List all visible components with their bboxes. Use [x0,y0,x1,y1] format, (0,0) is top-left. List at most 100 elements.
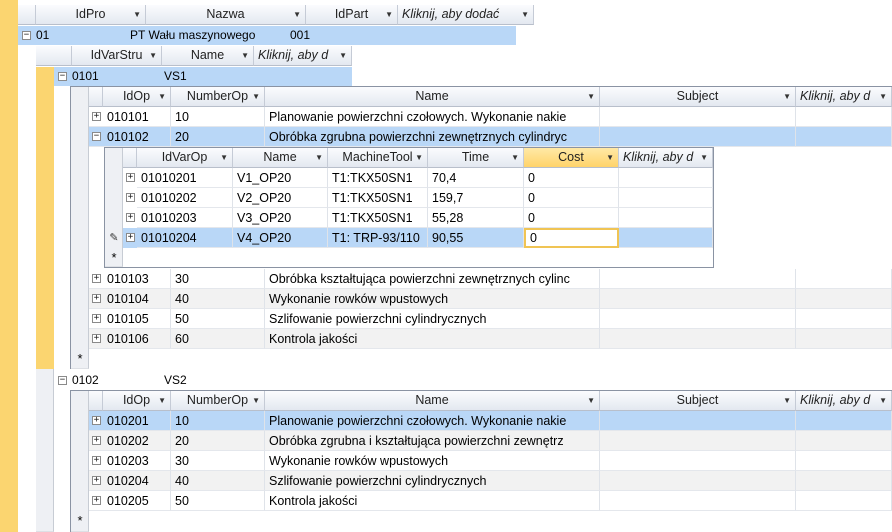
cell-name[interactable]: Obróbka zgrubna i kształtująca powierzch… [265,431,600,451]
expand-icon[interactable]: + [126,213,135,222]
table-row[interactable]: +010106 60 Kontrola jakości [89,329,892,349]
cell-subject[interactable] [600,329,796,349]
chevron-down-icon[interactable]: ▼ [606,148,614,167]
cell-machinetool[interactable]: T1:TKX50SN1 [328,168,428,188]
collapse-icon[interactable]: − [92,132,101,141]
cell-add[interactable] [619,228,713,248]
table-row[interactable]: +010204 40 Szlifowanie powierzchni cylindr… [89,471,892,491]
cell-time[interactable]: 90,55 [428,228,524,248]
cell-subject[interactable] [600,309,796,329]
chevron-down-icon[interactable]: ▼ [158,87,166,106]
col-header-idvarstru[interactable]: IdVarStru ▼ [72,46,162,66]
col-header-cost[interactable]: Cost ▼ [524,148,619,168]
cell-add[interactable] [796,451,892,471]
chevron-down-icon[interactable]: ▼ [879,87,887,106]
cell-name[interactable]: Wykonanie rowków wpustowych [265,451,600,471]
cell-name[interactable]: Planowanie powierzchni czołowych. Wykona… [265,107,600,127]
chevron-down-icon[interactable]: ▼ [339,46,347,65]
cell-subject[interactable] [600,451,796,471]
cell-idvarop[interactable]: 01010202 [137,188,233,208]
cell-add[interactable] [796,329,892,349]
table-row-var2[interactable]: − 0102 VS2 [54,371,352,390]
expand-icon[interactable]: − [58,72,67,81]
chevron-down-icon[interactable]: ▼ [783,391,791,410]
col-header-name[interactable]: Name ▼ [265,87,600,107]
cell-add[interactable] [796,269,892,289]
chevron-down-icon[interactable]: ▼ [220,148,228,167]
cell-idop[interactable]: 010105 [103,309,171,329]
expand-icon[interactable]: − [22,31,31,40]
cell-name[interactable]: Kontrola jakości [265,491,600,511]
col-header-subject[interactable]: Subject ▼ [600,87,796,107]
cell-numberop[interactable]: 10 [171,411,265,431]
col-header-numberop[interactable]: NumberOp ▼ [171,391,265,411]
expand-icon[interactable]: + [126,173,135,182]
chevron-down-icon[interactable]: ▼ [252,391,260,410]
cell-name[interactable]: Planowanie powierzchni czołowych. Wykona… [265,411,600,431]
cell-name[interactable]: V3_OP20 [233,208,328,228]
cell-cost[interactable]: 0 [524,188,619,208]
cell-cost[interactable]: 0 [524,168,619,188]
chevron-down-icon[interactable]: ▼ [385,5,393,24]
cell-numberop[interactable]: 30 [171,269,265,289]
table-row[interactable]: +01010204 V4_OP20 T1: TRP-93/110 90,55 0 [123,228,713,248]
record-selector-strip-level2[interactable] [36,67,54,369]
chevron-down-icon[interactable]: ▼ [241,46,249,65]
cell-time[interactable]: 70,4 [428,168,524,188]
cell-numberop[interactable]: 20 [171,431,265,451]
expand-icon[interactable]: + [126,193,135,202]
cell-name[interactable]: V1_OP20 [233,168,328,188]
col-header-add-field[interactable]: Kliknij, aby d ▼ [619,148,713,168]
col-header-add-field[interactable]: Kliknij, aby dodać ▼ [398,5,534,25]
cell-idvarstru[interactable]: 0102 [72,371,99,390]
expand-icon[interactable]: + [92,334,101,343]
table-row-var1[interactable]: − 0101 VS1 [54,67,352,86]
cell-add[interactable] [796,127,892,147]
cell-subject[interactable] [600,127,796,147]
table-row[interactable]: +010104 40 Wykonanie rowków wpustowych [89,289,892,309]
cell-idop[interactable]: 010102 [103,127,171,147]
cell-subject[interactable] [600,107,796,127]
table-row-top[interactable]: − 01 PT Wału maszynowego 001 [18,26,516,45]
cell-idop[interactable]: 010202 [103,431,171,451]
cell-numberop[interactable]: 10 [171,107,265,127]
cell-idop[interactable]: 010106 [103,329,171,349]
col-header-time[interactable]: Time ▼ [428,148,524,168]
cell-time[interactable]: 159,7 [428,188,524,208]
cell-name[interactable]: Kontrola jakości [265,329,600,349]
chevron-down-icon[interactable]: ▼ [587,87,595,106]
cell-idvarstru[interactable]: 0101 [72,67,99,86]
cell-add[interactable] [796,471,892,491]
expand-icon[interactable]: + [92,496,101,505]
cell-add[interactable] [796,107,892,127]
chevron-down-icon[interactable]: ▼ [149,46,157,65]
chevron-down-icon[interactable]: ▼ [158,391,166,410]
cell-cost[interactable]: 0 [524,208,619,228]
col-header-idpart[interactable]: IdPart ▼ [306,5,398,25]
col-header-nazwa[interactable]: Nazwa ▼ [146,5,306,25]
cell-name[interactable]: V2_OP20 [233,188,328,208]
col-header-numberop[interactable]: NumberOp ▼ [171,87,265,107]
col-header-add-field[interactable]: Kliknij, aby d ▼ [796,391,892,411]
cell-name[interactable]: V4_OP20 [233,228,328,248]
cell-idop[interactable]: 010201 [103,411,171,431]
cell-machinetool[interactable]: T1:TKX50SN1 [328,208,428,228]
cell-subject[interactable] [600,411,796,431]
cell-machinetool[interactable]: T1:TKX50SN1 [328,188,428,208]
new-record-row[interactable]: * [71,349,892,369]
expand-icon[interactable]: − [58,376,67,385]
cell-idvarop[interactable]: 01010204 [137,228,233,248]
ops1-record-selector[interactable] [71,87,89,369]
chevron-down-icon[interactable]: ▼ [315,148,323,167]
cell-subject[interactable] [600,269,796,289]
table-row[interactable]: +010101 10 Planowanie powierzchni czołowyc… [89,107,892,127]
cell-subject[interactable] [600,491,796,511]
chevron-down-icon[interactable]: ▼ [700,148,708,167]
expand-icon[interactable]: + [92,112,101,121]
col-header-idop[interactable]: IdOp ▼ [103,87,171,107]
expand-icon[interactable]: + [92,456,101,465]
col-header-idop[interactable]: IdOp ▼ [103,391,171,411]
expand-icon[interactable]: + [92,436,101,445]
chevron-down-icon[interactable]: ▼ [252,87,260,106]
cell-name[interactable]: Wykonanie rowków wpustowych [265,289,600,309]
